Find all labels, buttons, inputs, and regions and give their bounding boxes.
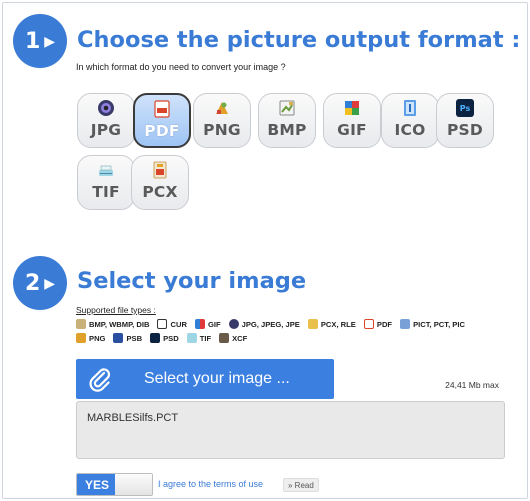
png-file-icon [76,333,86,343]
type-label: PDF [376,319,393,329]
select-image-label: Select your image ... [144,370,290,387]
cursor-hand-icon [157,319,168,329]
step-1-subtitle: In which format do you need to convert y… [76,62,286,72]
format-button-png[interactable]: PNG [193,93,251,148]
toggle-yes-label: YES [77,474,117,495]
pict-file-icon [400,319,411,329]
paperclip-icon [86,365,114,393]
pdf-file-icon [153,100,171,118]
step-1-title: Choose the picture output format : [77,27,521,53]
type-label: XCF [232,333,248,343]
type-pdf: PDF [363,319,393,329]
type-psb: PSB [113,333,142,343]
psd-file-icon [150,333,161,343]
gif-file-icon [194,319,205,329]
step-2-badge: 2 ▶ [13,256,67,310]
format-label: PNG [203,121,241,139]
type-pict: PICT, PCT, PIC [400,319,465,329]
format-label: PDF [144,122,180,140]
format-button-gif[interactable]: GIF [323,93,381,148]
format-label: PCX [142,183,178,201]
png-image-icon [213,99,231,117]
type-label: PSB [126,333,143,343]
pdf-file-icon [363,319,374,329]
format-label: TIF [92,183,120,201]
type-label: GIF [207,319,221,329]
type-bmp: BMP, WBMP, DIB [76,319,149,329]
psd-photoshop-icon: Ps [456,99,474,117]
type-label: PCX, RLE [320,319,356,329]
gif-image-icon [343,99,361,117]
type-label: PNG [89,333,106,343]
type-label: CUR [170,319,187,329]
type-gif: GIF [194,319,221,329]
format-button-jpg[interactable]: JPG [77,93,135,148]
play-arrow-icon: ▶ [44,34,56,50]
read-terms-link[interactable]: » Read [283,478,319,492]
format-label: PSD [447,121,483,139]
terms-text[interactable]: I agree to the terms of use [158,479,263,489]
format-button-ico[interactable]: ICO [381,93,439,148]
step-2-number: 2 [24,270,41,296]
pcx-image-icon [151,161,169,179]
type-pcx: PCX, RLE [307,319,356,329]
step-1-badge: 1 ▶ [13,14,67,68]
format-label: GIF [337,121,367,139]
bmp-file-icon [76,319,86,329]
format-button-tif[interactable]: TIF [77,155,135,210]
supported-types-row-1: BMP, WBMP, DIB CUR GIF JPG, JPEG, JPE PC… [76,319,473,329]
format-button-pdf[interactable]: PDF [133,93,191,148]
tif-scanner-icon [97,161,115,179]
bmp-image-icon [278,99,296,117]
format-button-bmp[interactable]: BMP [258,93,316,148]
type-jpg: JPG, JPEG, JPE [228,319,300,329]
type-label: JPG, JPEG, JPE [241,319,300,329]
tif-file-icon [186,333,197,343]
jpg-camera-icon [97,99,115,117]
type-psd: PSD [150,333,179,343]
format-label: BMP [267,121,307,139]
psb-file-icon [113,333,124,343]
type-xcf: XCF [219,333,247,343]
format-button-psd[interactable]: Ps PSD [436,93,494,148]
selected-file-name: MARBLESilfs.PCT [87,412,179,424]
xcf-gimp-icon [219,333,230,343]
type-label: BMP, WBMP, DIB [89,319,150,329]
play-arrow-icon: ▶ [44,276,56,292]
supported-types-row-2: PNG PSB PSD TIF XCF [76,333,255,343]
ico-icon [401,99,419,117]
max-size-label: 24,41 Mb max [445,380,499,390]
supported-types-title: Supported file types : [76,305,156,315]
format-label: ICO [394,121,426,139]
select-image-button[interactable]: Select your image ... [76,359,334,399]
format-label: JPG [90,121,122,139]
format-button-pcx[interactable]: PCX [131,155,189,210]
type-cur: CUR [157,319,187,329]
type-label: PICT, PCT, PIC [413,319,465,329]
step-2-title: Select your image [77,268,307,294]
type-tif: TIF [186,333,212,343]
toggle-knob [115,474,152,495]
type-label: PSD [163,333,179,343]
type-label: TIF [199,333,212,343]
type-png: PNG [76,333,105,343]
selected-files-box[interactable]: MARBLESilfs.PCT [76,401,505,459]
terms-toggle[interactable]: YES [76,473,153,496]
jpg-file-icon [228,319,239,329]
pcx-file-icon [307,319,318,329]
step-1-number: 1 [24,28,41,54]
